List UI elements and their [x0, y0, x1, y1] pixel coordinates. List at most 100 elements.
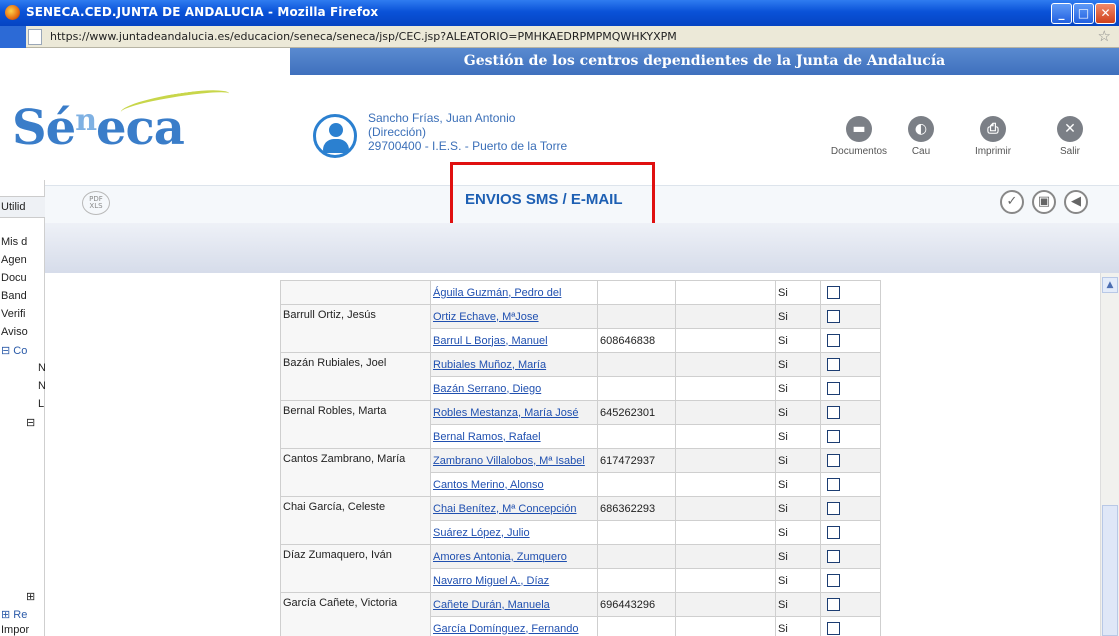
imprimir-button[interactable]: ⎙ Imprimir	[958, 116, 1028, 157]
sidebar-item[interactable]: Verifi	[0, 308, 45, 320]
sidebar-item[interactable]: Docu	[0, 272, 45, 284]
select-cell	[820, 544, 881, 569]
responsable-cell: Cañete Durán, Manuela	[430, 592, 598, 617]
telefono-cell	[597, 280, 676, 305]
si-cell: Si	[775, 424, 821, 449]
table-row: Bernal Robles, Marta Robles Mestanza, Mar…	[280, 400, 881, 449]
minimize-button[interactable]: _	[1051, 3, 1072, 24]
select-checkbox[interactable]	[827, 310, 840, 323]
email-cell	[675, 400, 776, 425]
si-cell: Si	[775, 280, 821, 305]
site-banner: Gestión de los centros dependientes de l…	[290, 48, 1119, 75]
sidebar-tree-item[interactable]: N	[0, 362, 45, 374]
alumno-cell: Chai García, Celeste	[280, 496, 431, 545]
responsable-link[interactable]: Bernal Ramos, Rafael	[433, 431, 541, 443]
sidebar-tree-item[interactable]: ⊟	[0, 416, 45, 429]
select-cell	[820, 352, 881, 377]
responsable-link[interactable]: Navarro Miguel A., Díaz	[433, 575, 549, 587]
pdf-xls-label: PDF XLS	[89, 195, 103, 210]
select-checkbox[interactable]	[827, 502, 840, 515]
select-checkbox[interactable]	[827, 478, 840, 491]
window-titlebar: SENECA.CED.JUNTA DE ANDALUCIA - Mozilla …	[0, 0, 1119, 26]
responsable-link[interactable]: Cantos Merino, Alonso	[433, 479, 544, 491]
back-button[interactable]: ◀	[1064, 190, 1088, 214]
scroll-thumb[interactable]	[1102, 505, 1118, 636]
responsable-link[interactable]: Barrul L Borjas, Manuel	[433, 335, 548, 347]
select-checkbox[interactable]	[827, 358, 840, 371]
email-cell	[675, 496, 776, 521]
responsable-link[interactable]: Bazán Serrano, Diego	[433, 383, 541, 395]
responsable-link[interactable]: Amores Antonia, Zumquero	[433, 551, 567, 563]
telefono-cell: 617472937	[597, 448, 676, 473]
select-checkbox[interactable]	[827, 382, 840, 395]
accept-button[interactable]: ✓	[1000, 190, 1024, 214]
responsable-link[interactable]: Zambrano Villalobos, Mª Isabel	[433, 455, 585, 467]
table-row: García Cañete, Victoria Cañete Durán, Man…	[280, 592, 881, 636]
select-checkbox[interactable]	[827, 622, 840, 635]
sidebar-tree-item[interactable]: ⊞	[0, 590, 45, 603]
email-cell	[675, 352, 776, 377]
email-cell	[675, 280, 776, 305]
sidebar-item[interactable]: Aviso	[0, 326, 45, 338]
select-checkbox[interactable]	[827, 454, 840, 467]
sidebar-tree-item[interactable]: L	[0, 398, 45, 410]
sidebar-item[interactable]: Impor	[0, 624, 45, 636]
si-cell: Si	[775, 616, 821, 636]
select-checkbox[interactable]	[827, 406, 840, 419]
vertical-scrollbar[interactable]: ▲	[1100, 273, 1119, 636]
si-cell: Si	[775, 496, 821, 521]
si-cell: Si	[775, 592, 821, 617]
responsable-link[interactable]: Chai Benítez, Mª Concepción	[433, 503, 576, 515]
responsable-link[interactable]: Ortiz Echave, MªJose	[433, 311, 539, 323]
responsable-cell: Bazán Serrano, Diego	[430, 376, 598, 401]
telefono-cell: 686362293	[597, 496, 676, 521]
responsable-link[interactable]: Cañete Durán, Manuela	[433, 599, 550, 611]
select-checkbox[interactable]	[827, 526, 840, 539]
si-cell: Si	[775, 376, 821, 401]
responsable-link[interactable]: García Domínguez, Fernando	[433, 623, 579, 635]
save-button[interactable]: ▣	[1032, 190, 1056, 214]
sidebar-header[interactable]: Utilid	[0, 196, 45, 218]
si-cell: Si	[775, 304, 821, 329]
sidebar-item[interactable]: Mis d	[0, 236, 45, 248]
documentos-button[interactable]: ▬ Documentos	[824, 116, 894, 157]
sidebar-tree-item[interactable]: ⊞ Re	[0, 608, 45, 621]
cau-label: Cau	[911, 146, 931, 157]
select-checkbox[interactable]	[827, 430, 840, 443]
responsable-link[interactable]: Suárez López, Julio	[433, 527, 530, 539]
close-window-button[interactable]: ✕	[1095, 3, 1116, 24]
sidebar-item[interactable]: Band	[0, 290, 45, 302]
select-cell	[820, 568, 881, 593]
responsable-cell: Barrul L Borjas, Manuel	[430, 328, 598, 353]
select-checkbox[interactable]	[827, 574, 840, 587]
email-cell	[675, 304, 776, 329]
sidebar-item[interactable]: Agen	[0, 254, 45, 266]
cau-button[interactable]: ◐ Cau	[886, 116, 956, 157]
salir-button[interactable]: ✕ Salir	[1035, 116, 1105, 157]
responsable-link[interactable]: Rubiales Muñoz, María	[433, 359, 546, 371]
address-bar[interactable]: https://www.juntadeandalucia.es/educacio…	[0, 26, 1119, 48]
select-checkbox[interactable]	[827, 334, 840, 347]
si-cell: Si	[775, 520, 821, 545]
select-checkbox[interactable]	[827, 550, 840, 563]
responsable-cell: Rubiales Muñoz, María	[430, 352, 598, 377]
window-title: SENECA.CED.JUNTA DE ANDALUCIA - Mozilla …	[26, 5, 379, 19]
select-checkbox[interactable]	[827, 286, 840, 299]
select-checkbox[interactable]	[827, 598, 840, 611]
url-text[interactable]: https://www.juntadeandalucia.es/educacio…	[50, 30, 677, 43]
bookmark-star-icon[interactable]: ☆	[1098, 27, 1111, 45]
page-icon	[28, 29, 42, 45]
scroll-up-button[interactable]: ▲	[1102, 277, 1118, 293]
responsable-link[interactable]: Robles Mestanza, María José	[433, 407, 579, 419]
sidebar-tree-item[interactable]: ⊟ Co	[0, 344, 45, 357]
responsable-link[interactable]: Águila Guzmán, Pedro del	[433, 287, 561, 299]
si-cell: Si	[775, 448, 821, 473]
pdf-xls-export-button[interactable]: PDF XLS	[82, 191, 110, 215]
sidebar-tree-item[interactable]: N	[0, 380, 45, 392]
sub-toolbar	[45, 223, 1119, 273]
documents-icon: ▬	[846, 116, 872, 142]
select-cell	[820, 304, 881, 329]
maximize-button[interactable]: □	[1073, 3, 1094, 24]
logo-sup: n	[75, 103, 97, 138]
site-identity-block[interactable]	[0, 26, 26, 48]
